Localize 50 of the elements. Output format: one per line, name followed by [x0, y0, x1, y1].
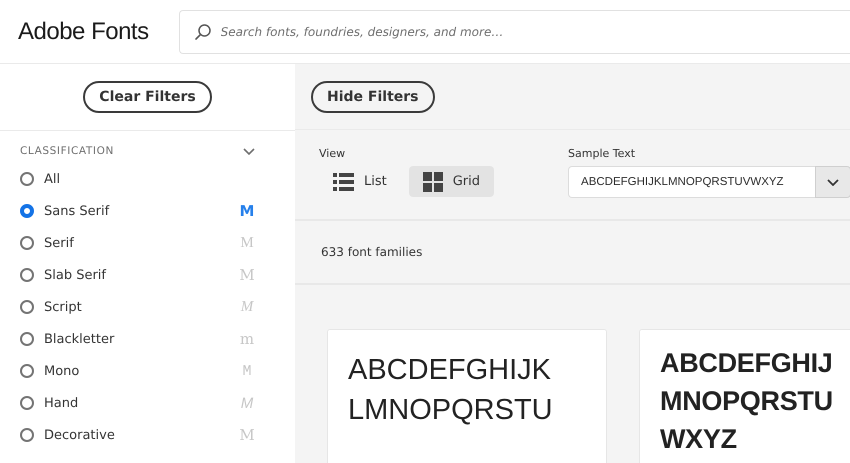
radio-button[interactable]	[20, 428, 34, 442]
view-label: View	[319, 147, 346, 160]
classification-option[interactable]: Sans Serif	[44, 204, 239, 218]
font-card[interactable]: ABCDEFGHIJK LMNOPQRSTU	[327, 329, 607, 463]
search-icon	[194, 22, 212, 40]
font-preview-text: MNOPQRSTU	[660, 385, 833, 418]
chevron-icon[interactable]	[243, 148, 255, 154]
view-toggle-button[interactable]: Grid	[408, 166, 494, 197]
dropdown-button[interactable]	[815, 166, 850, 198]
font-sample: M	[239, 202, 255, 220]
radio-button[interactable]	[20, 364, 34, 378]
font-preview-text: ABCDEFGHIJ	[660, 347, 833, 380]
clear-filters-button[interactable]: Clear Filters	[83, 81, 212, 113]
font-sample: M	[241, 362, 252, 380]
font-sample: M	[239, 426, 255, 444]
classification-option[interactable]: All	[44, 172, 255, 186]
grid-icon	[422, 172, 443, 192]
radio-button[interactable]	[20, 332, 34, 346]
radio-button[interactable]	[20, 268, 34, 282]
font-sample: M	[239, 266, 255, 284]
classification-option[interactable]: Mono	[44, 364, 239, 378]
font-preview-text: LMNOPQRSTU	[348, 393, 553, 428]
font-sample: m	[239, 330, 255, 348]
font-preview-text: ABCDEFGHIJK	[348, 353, 552, 388]
classification-option[interactable]: Serif	[44, 236, 239, 250]
font-sample: M	[240, 394, 254, 412]
search-field[interactable]: Search fonts, foundries, designers, and more…	[178, 10, 850, 54]
sample-text-field[interactable]: ABCDEFGHIJKLMNOPQRSTUVWXYZ	[568, 166, 816, 198]
section-title: CLASSIFICATION	[20, 145, 114, 157]
chevron-icon	[827, 178, 840, 186]
view-toggle-button[interactable]: List	[319, 166, 401, 197]
result-count: 633 font families	[321, 245, 422, 259]
radio-button[interactable]	[20, 172, 34, 186]
logo-text[interactable]: Adobe Fonts	[18, 18, 149, 46]
list-icon	[333, 172, 354, 190]
font-card[interactable]: ABCDEFGHIJ MNOPQRSTU WXYZ	[639, 329, 850, 463]
sample-text-label: Sample Text	[568, 147, 636, 160]
classification-option[interactable]: Blackletter	[44, 332, 239, 346]
font-sample: M	[239, 234, 255, 252]
font-sample: M	[240, 298, 255, 316]
radio-button[interactable]	[20, 204, 34, 218]
font-preview-text: WXYZ	[660, 423, 737, 456]
classification-option[interactable]: Slab Serif	[44, 268, 239, 282]
classification-option[interactable]: Decorative	[44, 428, 239, 442]
classification-option[interactable]: Hand	[44, 396, 239, 410]
classification-option[interactable]: Script	[44, 300, 239, 314]
radio-button[interactable]	[20, 300, 34, 314]
hide-filters-button[interactable]: Hide Filters	[311, 80, 434, 112]
radio-button[interactable]	[20, 236, 34, 250]
radio-button[interactable]	[20, 396, 34, 410]
